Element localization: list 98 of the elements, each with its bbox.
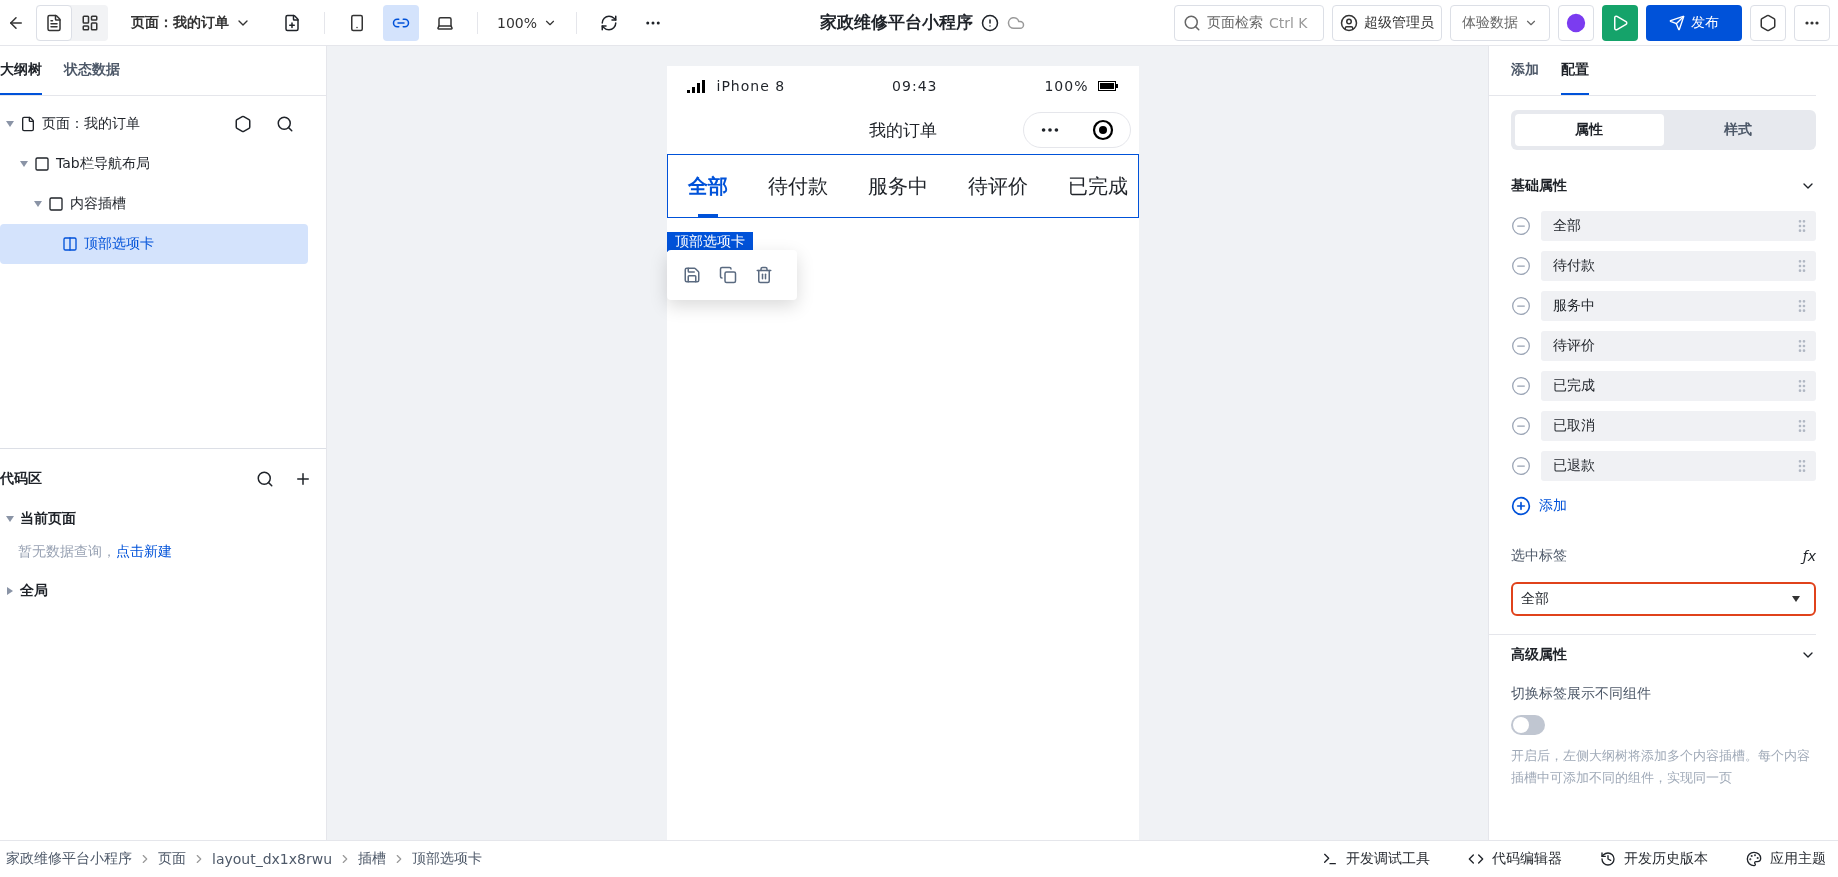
tab-item-field[interactable]: 已取消: [1541, 411, 1816, 441]
user-icon: [1340, 13, 1358, 32]
send-icon: [1669, 14, 1685, 31]
link-device-button[interactable]: [383, 4, 419, 41]
expand-caret-icon: [7, 587, 13, 595]
code-icon: [1468, 851, 1484, 867]
settings-button[interactable]: [1750, 4, 1786, 41]
tree-item[interactable]: 当前页面: [0, 499, 308, 539]
panel-tab[interactable]: 配置: [1561, 46, 1589, 95]
tool-button[interactable]: 开发调试工具: [1316, 849, 1436, 869]
expand-caret-icon: [20, 161, 28, 167]
settings-icon: [1759, 13, 1777, 32]
status-time: 09:43: [892, 78, 938, 94]
tab-item-field[interactable]: 全部: [1541, 211, 1816, 241]
expand-caret-icon: [34, 201, 42, 207]
tree-item[interactable]: 页面：我的订单: [0, 104, 308, 144]
more-icon: [1805, 20, 1819, 25]
tool-button[interactable]: 代码编辑器: [1462, 849, 1568, 869]
tab-item-field[interactable]: 已退款: [1541, 451, 1816, 481]
terminal-icon: [1322, 851, 1338, 867]
add-icon[interactable]: [294, 470, 312, 488]
page-selector[interactable]: 页面：我的订单: [116, 4, 266, 41]
plus-circle-icon: [1511, 496, 1531, 516]
signal-icon: [686, 79, 707, 93]
columns-icon: [62, 236, 78, 252]
field-label: 切换标签展示不同组件: [1511, 685, 1651, 701]
caret-icon: [1792, 596, 1800, 602]
palette-icon: [1746, 851, 1762, 867]
field-label: 选中标签: [1511, 547, 1567, 565]
empty-hint: 暂无数据查询，: [18, 543, 116, 559]
save-icon[interactable]: [682, 266, 701, 284]
tool-button[interactable]: 开发历史版本: [1594, 849, 1714, 869]
expand-caret-icon: [6, 121, 14, 127]
section-header[interactable]: 基础属性: [1511, 166, 1816, 206]
breadcrumb-item[interactable]: 家政维修平台小程序: [6, 850, 132, 868]
tab-item-field[interactable]: 待付款: [1541, 251, 1816, 281]
search-icon: [1183, 13, 1201, 32]
tree-item[interactable]: Tab栏导航布局: [0, 144, 308, 184]
copy-icon[interactable]: [718, 266, 737, 284]
tab[interactable]: 待评价: [967, 155, 1028, 217]
tab-item-field[interactable]: 已完成: [1541, 371, 1816, 401]
panel-tab[interactable]: 状态数据: [64, 46, 120, 95]
tab[interactable]: 全部: [687, 155, 728, 217]
carrier-text: iPhone 8: [716, 78, 786, 94]
page-icon: [20, 116, 36, 132]
segment-tab[interactable]: 属性: [1515, 114, 1664, 146]
tab[interactable]: 服务中: [867, 155, 928, 217]
user-button[interactable]: 超级管理员: [1332, 4, 1442, 41]
add-link[interactable]: 添加: [1511, 486, 1816, 526]
breadcrumb-item[interactable]: layout_dx1x8rwu: [212, 851, 333, 867]
breadcrumb-item[interactable]: 插槽: [358, 850, 387, 868]
tab[interactable]: 待付款: [767, 155, 828, 217]
expand-caret-icon: [6, 516, 14, 522]
segment-tab[interactable]: 样式: [1663, 114, 1812, 146]
outline-view-button[interactable]: [36, 4, 72, 41]
section-header[interactable]: 高级属性: [1511, 635, 1816, 675]
tab-item-field[interactable]: 服务中: [1541, 291, 1816, 321]
page-search-field[interactable]: 页面检索 Ctrl K: [1174, 4, 1324, 41]
assistant-button[interactable]: [1558, 4, 1594, 41]
tool-button[interactable]: 应用主题: [1740, 849, 1832, 869]
search-icon[interactable]: [276, 115, 294, 133]
new-page-icon[interactable]: [283, 13, 301, 32]
history-icon: [1600, 851, 1616, 867]
breadcrumb-item[interactable]: 顶部选项卡: [412, 850, 483, 868]
refresh-icon[interactable]: [600, 13, 618, 32]
search-icon[interactable]: [256, 470, 274, 488]
formula-button[interactable]: ƒx: [1802, 548, 1816, 564]
create-link[interactable]: 点击新建: [116, 543, 172, 559]
play-icon: [1611, 13, 1629, 32]
selected-tab-dropdown[interactable]: 全部: [1511, 582, 1816, 616]
settings-icon[interactable]: [234, 115, 252, 133]
tab[interactable]: 已完成: [1067, 155, 1128, 217]
panel-tab[interactable]: 添加: [1511, 46, 1539, 95]
battery-icon: [1098, 81, 1119, 91]
delete-icon[interactable]: [754, 266, 773, 284]
app-title: 家政维修平台小程序: [820, 11, 973, 34]
tree-item[interactable]: 顶部选项卡: [0, 224, 308, 264]
battery-text: 100%: [1044, 78, 1089, 94]
phone-icon: [348, 13, 366, 32]
run-button[interactable]: [1602, 4, 1638, 41]
section-title: 代码区: [0, 470, 42, 488]
publish-button[interactable]: 发布: [1646, 4, 1742, 41]
panel-tab[interactable]: 大纲树: [0, 46, 42, 95]
tab-item-field[interactable]: 待评价: [1541, 331, 1816, 361]
data-mode-selector[interactable]: 体验数据: [1450, 4, 1550, 41]
document-icon: [45, 13, 63, 32]
nav-title: 我的订单: [868, 118, 937, 142]
layout-icon: [81, 13, 99, 32]
frame-icon: [48, 196, 64, 212]
tree-item[interactable]: 全局: [0, 571, 308, 611]
frame-icon: [34, 156, 50, 172]
toggle-switch[interactable]: [1511, 715, 1545, 735]
target-icon: [1092, 119, 1114, 141]
zoom-selector[interactable]: 100%: [492, 4, 562, 41]
warning-icon: [981, 13, 999, 32]
tree-item[interactable]: 内容插槽: [0, 184, 308, 224]
breadcrumb-item[interactable]: 页面: [158, 850, 186, 868]
component-label: 顶部选项卡: [666, 232, 753, 252]
